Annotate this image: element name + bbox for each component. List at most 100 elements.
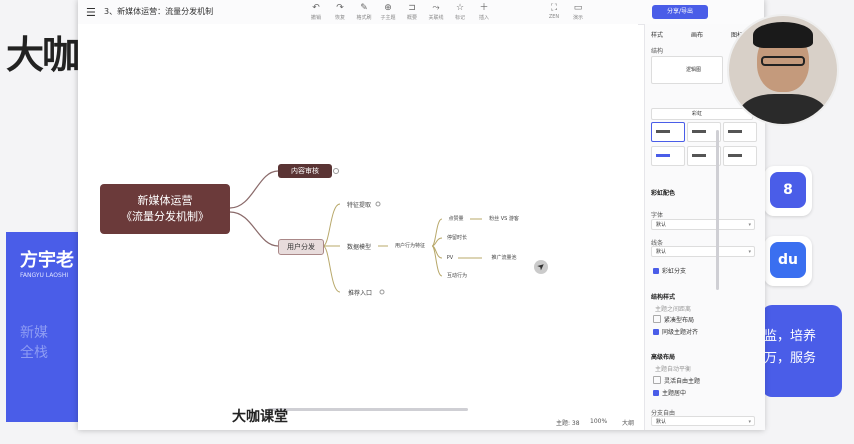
format-painter-button[interactable]: ✎ 格式刷 [352, 3, 376, 21]
summary-button[interactable]: ⊐ 概要 [400, 3, 424, 21]
presenter-glasses [761, 56, 805, 66]
theme-option[interactable] [651, 122, 685, 142]
topic-interaction[interactable]: 互动行为 [442, 271, 472, 280]
present-label: 演示 [572, 15, 583, 21]
horizontal-scrollbar[interactable] [268, 408, 468, 411]
mindmap-app-window: ☰ 3、新媒体运营：流量分发机制 ↶ 撤销 ↷ 恢复 ✎ 格式刷 ⊕ 子主题 ⊐ 概要 ⤳ 关联线 ☆ 标… [78, 0, 765, 430]
brand-logo: 大咖 [6, 33, 80, 77]
theme-option[interactable] [723, 146, 757, 166]
app-tile-2: du [764, 236, 812, 286]
redo-button[interactable]: ↷ 恢复 [328, 3, 352, 21]
theme-option[interactable] [651, 146, 685, 166]
tab-canvas[interactable]: 画布 [691, 30, 703, 39]
format-painter-label: 格式刷 [356, 15, 372, 21]
center-topic-label: 主题居中 [662, 390, 687, 397]
mark-button[interactable]: ☆ 标记 [448, 3, 472, 21]
zen-label: ZEN [548, 14, 560, 20]
teacher-subtitle: FANGYU LAOSHI [20, 272, 69, 279]
layout-value: 逻辑图 [686, 67, 702, 73]
tile-1-icon: 8 [770, 172, 806, 208]
zen-icon: ⛶ [550, 3, 558, 13]
undo-icon: ↶ [312, 3, 320, 13]
mark-icon: ☆ [455, 3, 465, 13]
tab-style[interactable]: 样式 [651, 30, 663, 39]
theme-grid [651, 122, 759, 174]
status-bar: 主题: 38 100% 大纲 [78, 412, 638, 430]
format-painter-icon: ✎ [360, 3, 368, 13]
topic-like-count[interactable]: 点赞量 [442, 214, 470, 223]
center-topic-checkbox[interactable]: 主题居中 [653, 388, 686, 397]
present-button[interactable]: ▭ 演示 [566, 3, 590, 21]
edge-root-review [229, 170, 279, 209]
card-line-1: 新媒 [20, 325, 48, 341]
relation-label: 关联线 [428, 15, 444, 21]
compact-layout-checkbox[interactable]: 紧凑型布局 [653, 315, 694, 324]
topic-traffic-pool[interactable]: 推广流量池 [482, 253, 526, 262]
theme-option[interactable] [723, 122, 757, 142]
layout-label: 结构 [651, 48, 664, 55]
zoom-level[interactable]: 100% [590, 418, 607, 425]
webcam-overlay [727, 14, 839, 126]
course-watermark: 大咖课堂 [232, 409, 288, 425]
topic-pv[interactable]: PV [442, 253, 458, 262]
mindmap-canvas[interactable]: 新媒体运营 《流量分发机制》 内容审核 用户分发 特征提取 数据模型 推荐入口 … [78, 24, 638, 420]
font-label: 字体 [651, 212, 664, 219]
relation-icon: ⤳ [432, 3, 440, 13]
subtopic-label: 子主题 [380, 15, 396, 21]
promo-line-1: 监，培养 [764, 329, 817, 344]
relation-button[interactable]: ⤳ 关联线 [424, 3, 448, 21]
outline-toggle[interactable]: 大纲 [622, 418, 634, 427]
insert-button[interactable]: ＋ 插入 [472, 3, 496, 21]
share-export-button[interactable]: 分享/导出 [652, 5, 708, 19]
topic-content-review[interactable]: 内容审核 [278, 164, 332, 178]
app-tile-1: 8 [764, 166, 812, 216]
insert-label: 插入 [478, 15, 489, 21]
document-title[interactable]: 3、新媒体运营：流量分发机制 [104, 6, 213, 17]
theme-selector[interactable]: 彩虹 [651, 108, 753, 120]
topic-data-model[interactable]: 数据模型 [340, 241, 378, 251]
subtopic-icon: ⊕ [384, 3, 392, 13]
same-level-align-checkbox[interactable]: 同级主题对齐 [653, 327, 698, 336]
theme-value: 彩虹 [692, 111, 703, 117]
color-section-title: 彩虹配色 [651, 190, 676, 197]
present-icon: ▭ [573, 3, 583, 13]
undo-label: 撤销 [310, 15, 321, 21]
summary-icon: ⊐ [408, 3, 416, 13]
topic-push-entry[interactable]: 推荐入口 [340, 287, 380, 297]
spacing-hint: 主题之间距离 [655, 306, 692, 313]
zen-button[interactable]: ⛶ ZEN [542, 3, 566, 20]
topic-user-behavior[interactable]: 用户行为特征 [388, 241, 432, 250]
promo-line-2: 万，服务 [764, 351, 817, 366]
free-topic-checkbox[interactable]: 灵活自由主题 [653, 376, 700, 385]
vertical-scrollbar[interactable] [716, 130, 719, 290]
presenter-hair [753, 22, 813, 48]
font-select[interactable]: 默认 [651, 219, 755, 231]
undo-button[interactable]: ↶ 撤销 [304, 3, 328, 21]
redo-icon: ↷ [336, 3, 344, 13]
baidu-icon: du [770, 242, 806, 278]
topic-follow-ratio[interactable]: 粉丝 VS 游客 [482, 214, 526, 223]
free-topic-label: 灵活自由主题 [664, 378, 701, 385]
topic-watch-time[interactable]: 停留时长 [442, 233, 472, 242]
same-level-align-label: 同级主题对齐 [662, 329, 699, 336]
topic-feature-extract[interactable]: 特征提取 [340, 199, 378, 209]
subtopic-button[interactable]: ⊕ 子主题 [376, 3, 400, 21]
advanced-section-title: 高级布局 [651, 354, 676, 361]
root-topic[interactable]: 新媒体运营 《流量分发机制》 [100, 184, 230, 234]
redo-label: 恢复 [334, 15, 345, 21]
rainbow-branch-label: 彩虹分支 [662, 268, 687, 275]
branch-free-select[interactable]: 默认 [651, 416, 755, 428]
teacher-card: 方宇老 FANGYU LAOSHI 新媒 全栈 [6, 232, 82, 422]
title-bar: ☰ 3、新媒体运营：流量分发机制 ↶ 撤销 ↷ 恢复 ✎ 格式刷 ⊕ 子主题 ⊐ 概要 ⤳ 关联线 ☆ 标… [78, 0, 764, 25]
layout-selector[interactable]: 逻辑图 [651, 56, 723, 84]
compact-layout-label: 紧凑型布局 [664, 317, 695, 324]
presenter-body [739, 94, 827, 124]
rainbow-branch-checkbox[interactable]: 彩虹分支 [653, 266, 686, 275]
line-select[interactable]: 默认 [651, 246, 755, 258]
topic-user-share[interactable]: 用户分发 [278, 239, 324, 255]
edge-root-share [229, 211, 279, 247]
teacher-name: 方宇老 [20, 250, 74, 271]
root-topic-line-2: 《流量分发机制》 [121, 210, 209, 223]
menu-icon[interactable]: ☰ [86, 6, 96, 19]
insert-icon: ＋ [479, 3, 489, 13]
